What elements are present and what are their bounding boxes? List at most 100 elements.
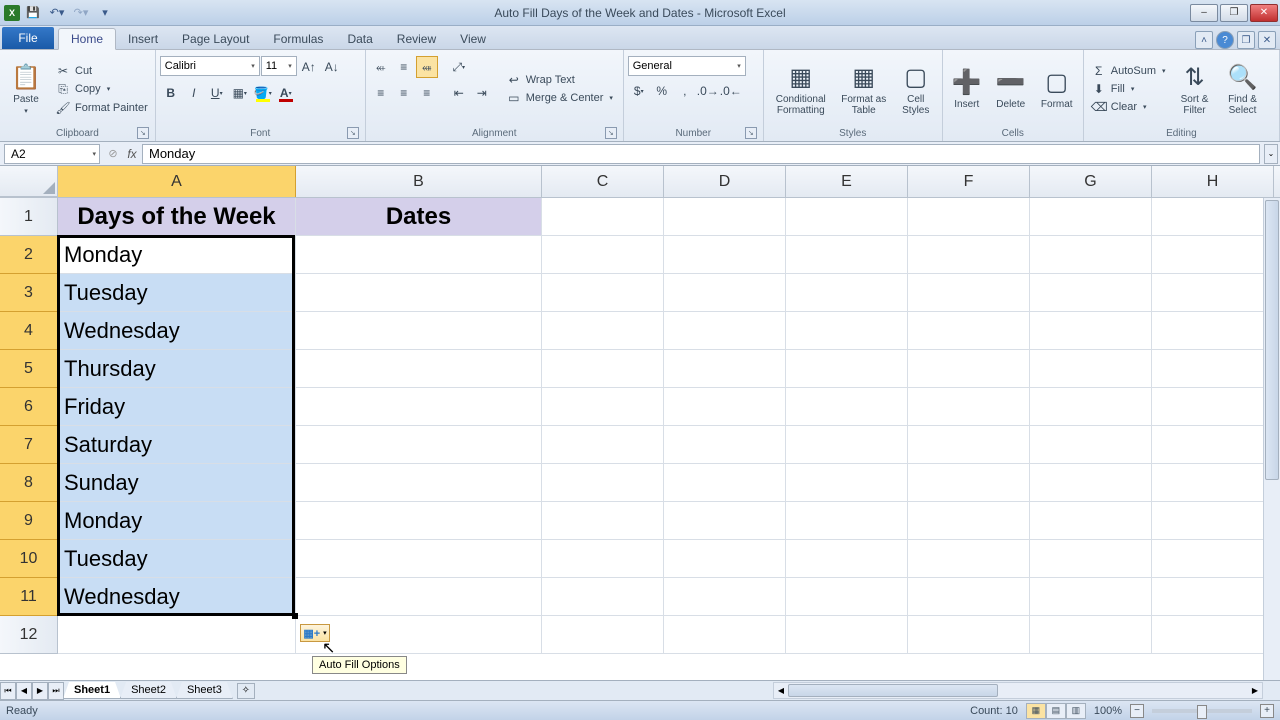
cell-D11[interactable] — [664, 578, 786, 616]
vscroll-thumb[interactable] — [1265, 200, 1279, 480]
cell-F4[interactable] — [908, 312, 1030, 350]
cell-A3[interactable]: Tuesday — [58, 274, 296, 312]
cell-D2[interactable] — [664, 236, 786, 274]
sheet-tab-2[interactable]: Sheet2 — [120, 682, 177, 699]
row-header-4[interactable]: 4 — [0, 312, 58, 350]
cell-E10[interactable] — [786, 540, 908, 578]
cell-B2[interactable] — [296, 236, 542, 274]
cell-A12[interactable] — [58, 616, 296, 654]
cell-H6[interactable] — [1152, 388, 1274, 426]
cell-F2[interactable] — [908, 236, 1030, 274]
cell-B4[interactable] — [296, 312, 542, 350]
zoom-slider[interactable] — [1152, 709, 1252, 713]
merge-center-button[interactable]: ▭Merge & Center▾ — [503, 90, 616, 106]
cell-E9[interactable] — [786, 502, 908, 540]
cell-F10[interactable] — [908, 540, 1030, 578]
cell-A8[interactable]: Sunday — [58, 464, 296, 502]
align-middle-icon[interactable]: ≡ — [393, 56, 415, 78]
sort-filter-button[interactable]: ⇅Sort & Filter — [1173, 52, 1217, 126]
alignment-launcher[interactable]: ↘ — [605, 127, 617, 139]
minimize-ribbon-icon[interactable]: ˄ — [1195, 31, 1213, 49]
cell-E11[interactable] — [786, 578, 908, 616]
cell-A9[interactable]: Monday — [58, 502, 296, 540]
horizontal-scrollbar[interactable]: ◀ ▶ — [773, 682, 1263, 699]
col-header-c[interactable]: C — [542, 166, 664, 197]
col-header-g[interactable]: G — [1030, 166, 1152, 197]
page-break-view-icon[interactable]: ▥ — [1066, 703, 1086, 719]
fill-handle[interactable] — [292, 613, 298, 619]
cell-E7[interactable] — [786, 426, 908, 464]
qat-save-icon[interactable]: 💾 — [22, 3, 44, 23]
cell-G10[interactable] — [1030, 540, 1152, 578]
font-color-button[interactable]: A▾ — [275, 82, 297, 104]
italic-button[interactable]: I — [183, 82, 205, 104]
cell-A2[interactable]: Monday — [58, 236, 296, 274]
tab-page-layout[interactable]: Page Layout — [170, 29, 261, 49]
cell-H1[interactable] — [1152, 198, 1274, 236]
expand-formula-bar-icon[interactable]: ⌄ — [1264, 144, 1278, 164]
copy-button[interactable]: ⎘Copy▾ — [52, 81, 151, 98]
cell-C11[interactable] — [542, 578, 664, 616]
qat-redo-icon[interactable]: ↷▾ — [70, 3, 92, 23]
window-close-icon[interactable]: ✕ — [1258, 31, 1276, 49]
cell-G5[interactable] — [1030, 350, 1152, 388]
tab-view[interactable]: View — [448, 29, 498, 49]
cell-D7[interactable] — [664, 426, 786, 464]
sheet-nav-last[interactable]: ⏭ — [48, 682, 64, 700]
cell-F1[interactable] — [908, 198, 1030, 236]
spreadsheet-grid[interactable]: A B C D E F G H 1Days of the WeekDates2M… — [0, 166, 1280, 680]
accounting-format-icon[interactable]: $▾ — [628, 80, 650, 102]
col-header-e[interactable]: E — [786, 166, 908, 197]
vertical-scrollbar[interactable] — [1263, 198, 1280, 680]
cell-H9[interactable] — [1152, 502, 1274, 540]
cell-F6[interactable] — [908, 388, 1030, 426]
new-sheet-button[interactable]: ✧ — [237, 683, 255, 699]
cell-G6[interactable] — [1030, 388, 1152, 426]
row-header-8[interactable]: 8 — [0, 464, 58, 502]
align-left-icon[interactable]: ≡ — [370, 82, 392, 104]
cell-D4[interactable] — [664, 312, 786, 350]
page-layout-view-icon[interactable]: ▤ — [1046, 703, 1066, 719]
cell-E3[interactable] — [786, 274, 908, 312]
cell-C4[interactable] — [542, 312, 664, 350]
qat-customize-icon[interactable]: ▾ — [94, 3, 116, 23]
cell-E8[interactable] — [786, 464, 908, 502]
delete-cells-button[interactable]: ➖Delete — [991, 52, 1031, 126]
cell-D5[interactable] — [664, 350, 786, 388]
cell-D12[interactable] — [664, 616, 786, 654]
cell-D9[interactable] — [664, 502, 786, 540]
shrink-font-icon[interactable]: A↓ — [321, 56, 343, 78]
cell-C7[interactable] — [542, 426, 664, 464]
name-box[interactable]: A2▾ — [4, 144, 100, 164]
select-all-corner[interactable] — [0, 166, 58, 197]
cell-E1[interactable] — [786, 198, 908, 236]
file-tab[interactable]: File — [2, 27, 54, 49]
fill-color-button[interactable]: 🪣▾ — [252, 82, 274, 104]
col-header-b[interactable]: B — [296, 166, 542, 197]
cell-C6[interactable] — [542, 388, 664, 426]
cell-C12[interactable] — [542, 616, 664, 654]
maximize-button[interactable]: ❐ — [1220, 4, 1248, 22]
underline-button[interactable]: U▾ — [206, 82, 228, 104]
cell-B9[interactable] — [296, 502, 542, 540]
excel-app-icon[interactable]: X — [4, 5, 20, 21]
cell-A7[interactable]: Saturday — [58, 426, 296, 464]
col-header-d[interactable]: D — [664, 166, 786, 197]
zoom-in-button[interactable]: + — [1260, 704, 1274, 718]
row-header-7[interactable]: 7 — [0, 426, 58, 464]
row-header-10[interactable]: 10 — [0, 540, 58, 578]
conditional-formatting-button[interactable]: ▦Conditional Formatting — [768, 52, 834, 126]
cell-B10[interactable] — [296, 540, 542, 578]
row-header-6[interactable]: 6 — [0, 388, 58, 426]
cell-E5[interactable] — [786, 350, 908, 388]
font-name-combo[interactable]: Calibri▾ — [160, 56, 260, 76]
row-header-9[interactable]: 9 — [0, 502, 58, 540]
col-header-f[interactable]: F — [908, 166, 1030, 197]
cell-G9[interactable] — [1030, 502, 1152, 540]
row-header-3[interactable]: 3 — [0, 274, 58, 312]
cell-B12[interactable] — [296, 616, 542, 654]
decrease-indent-icon[interactable]: ⇤ — [448, 82, 470, 104]
sheet-tab-1[interactable]: Sheet1 — [63, 682, 121, 699]
format-painter-button[interactable]: 🖌Format Painter — [52, 100, 151, 116]
row-header-11[interactable]: 11 — [0, 578, 58, 616]
